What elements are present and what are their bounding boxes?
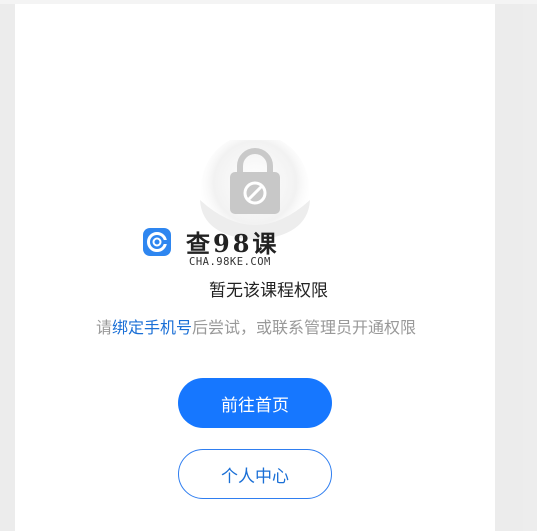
bind-phone-link[interactable]: 绑定手机号 bbox=[112, 318, 192, 337]
personal-center-button[interactable]: 个人中心 bbox=[178, 449, 332, 499]
logo-c-icon bbox=[143, 228, 171, 256]
scroll-area[interactable] bbox=[523, 4, 537, 531]
watermark-subtitle: CHA.98KE.COM bbox=[189, 256, 271, 268]
hint-text: 请绑定手机号后尝试，或联系管理员开通权限 bbox=[0, 314, 512, 338]
hint-prefix: 请 bbox=[95, 318, 112, 337]
go-home-button[interactable]: 前往首页 bbox=[178, 378, 332, 428]
watermark-title: 查98课 bbox=[186, 229, 280, 258]
watermark-logo: 查98课 CHA.98KE.COM bbox=[143, 224, 293, 272]
hint-suffix: 后尝试，或联系管理员开通权限 bbox=[192, 318, 417, 337]
no-access-message: 暂无该课程权限 bbox=[209, 281, 328, 301]
